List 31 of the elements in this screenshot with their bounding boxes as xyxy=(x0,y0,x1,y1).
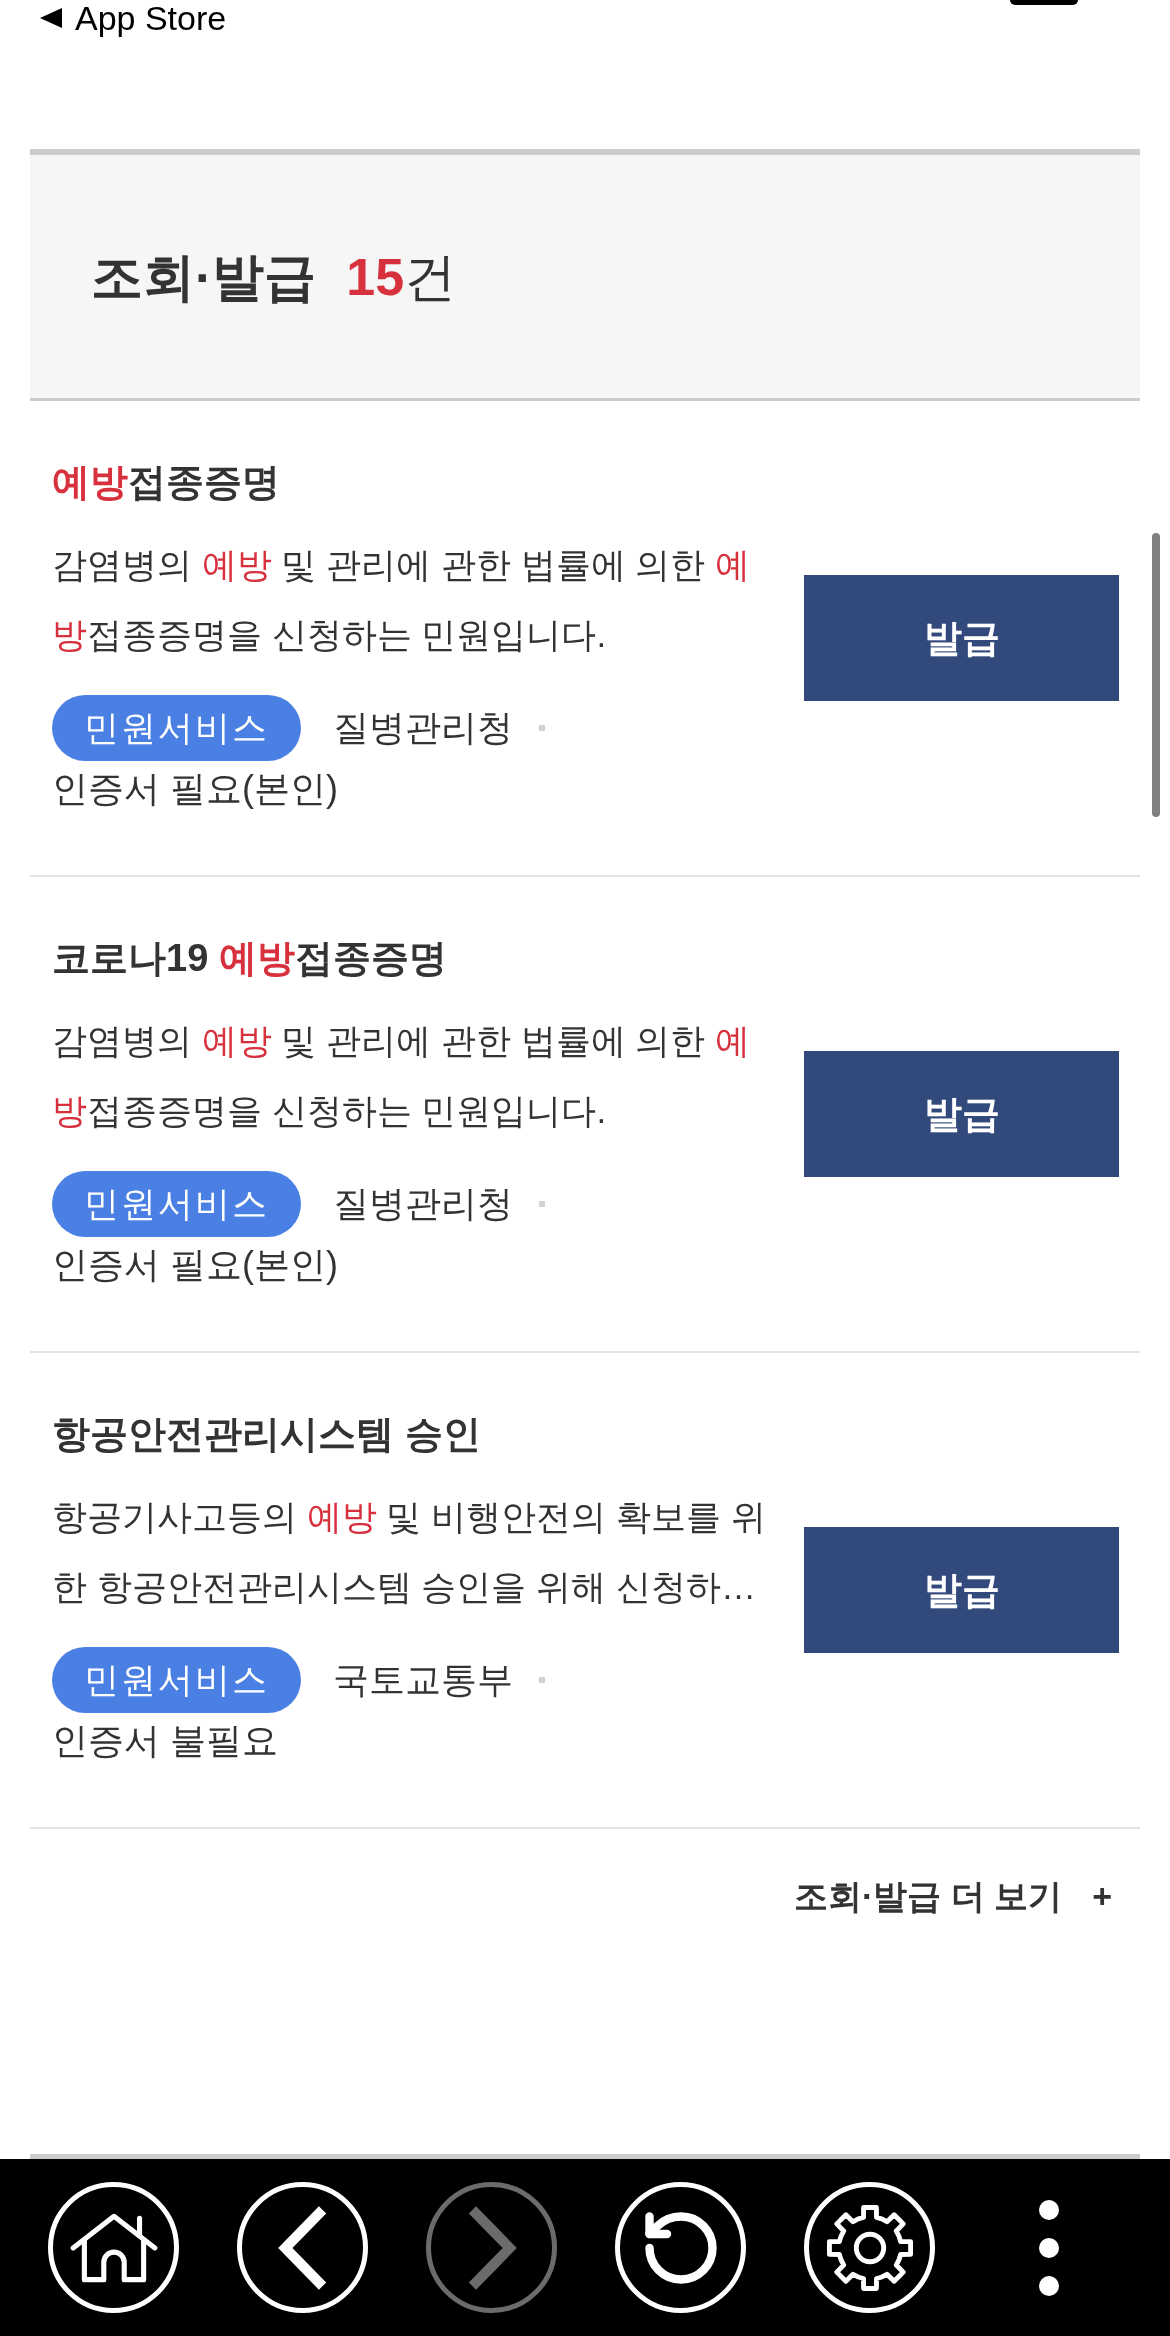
section-title: 조회·발급 xyxy=(91,246,317,308)
category-badge: 민원서비스 xyxy=(52,695,301,761)
settings-button[interactable] xyxy=(804,2182,935,2313)
agency-text: 국토교통부 xyxy=(333,1658,513,1702)
result-description: 감염병의 예방 및 관리에 관한 법률에 의한 예방접종증명을 신청하는 민원입니다. xyxy=(52,544,752,656)
reload-button[interactable] xyxy=(615,2182,746,2313)
battery-icon xyxy=(1010,0,1078,5)
result-count: 15건 xyxy=(346,246,457,308)
back-button[interactable] xyxy=(237,2182,368,2313)
issue-button[interactable]: 발급 xyxy=(804,1051,1119,1177)
requirement-text: 인증서 필요(본인) xyxy=(52,1243,338,1287)
result-title: 항공안전관리시스템 승인 xyxy=(52,1412,481,1457)
gear-icon xyxy=(825,2203,914,2292)
result-title: 예방접종증명 xyxy=(52,460,280,505)
kebab-menu-icon xyxy=(1039,2199,1059,2296)
back-triangle-icon xyxy=(40,8,62,28)
result-title: 코로나19 예방접종증명 xyxy=(52,936,447,981)
more-menu-button[interactable] xyxy=(1037,2197,1061,2298)
agency-text: 질병관리청 xyxy=(333,706,513,750)
requirement-text: 인증서 필요(본인) xyxy=(52,767,338,811)
agency-text: 질병관리청 xyxy=(333,1182,513,1226)
back-to-app-link[interactable]: App Store xyxy=(40,0,227,36)
requirement-text: 인증서 불필요 xyxy=(52,1719,278,1763)
category-badge: 민원서비스 xyxy=(52,1647,301,1713)
category-badge: 민원서비스 xyxy=(52,1171,301,1237)
issue-button[interactable]: 발급 xyxy=(804,1527,1119,1653)
more-link[interactable]: 조회·발급 더 보기 + xyxy=(793,1871,1112,1921)
result-description: 항공기사고등의 예방 및 비행안전의 확보를 위한 항공안전관리시스템 승인을 위해 신청하… xyxy=(52,1496,767,1608)
home-button[interactable] xyxy=(48,2182,179,2313)
issue-button[interactable]: 발급 xyxy=(804,575,1119,701)
result-description: 감염병의 예방 및 관리에 관한 법률에 의한 예방접종증명을 신청하는 민원입니다. xyxy=(52,1020,752,1132)
